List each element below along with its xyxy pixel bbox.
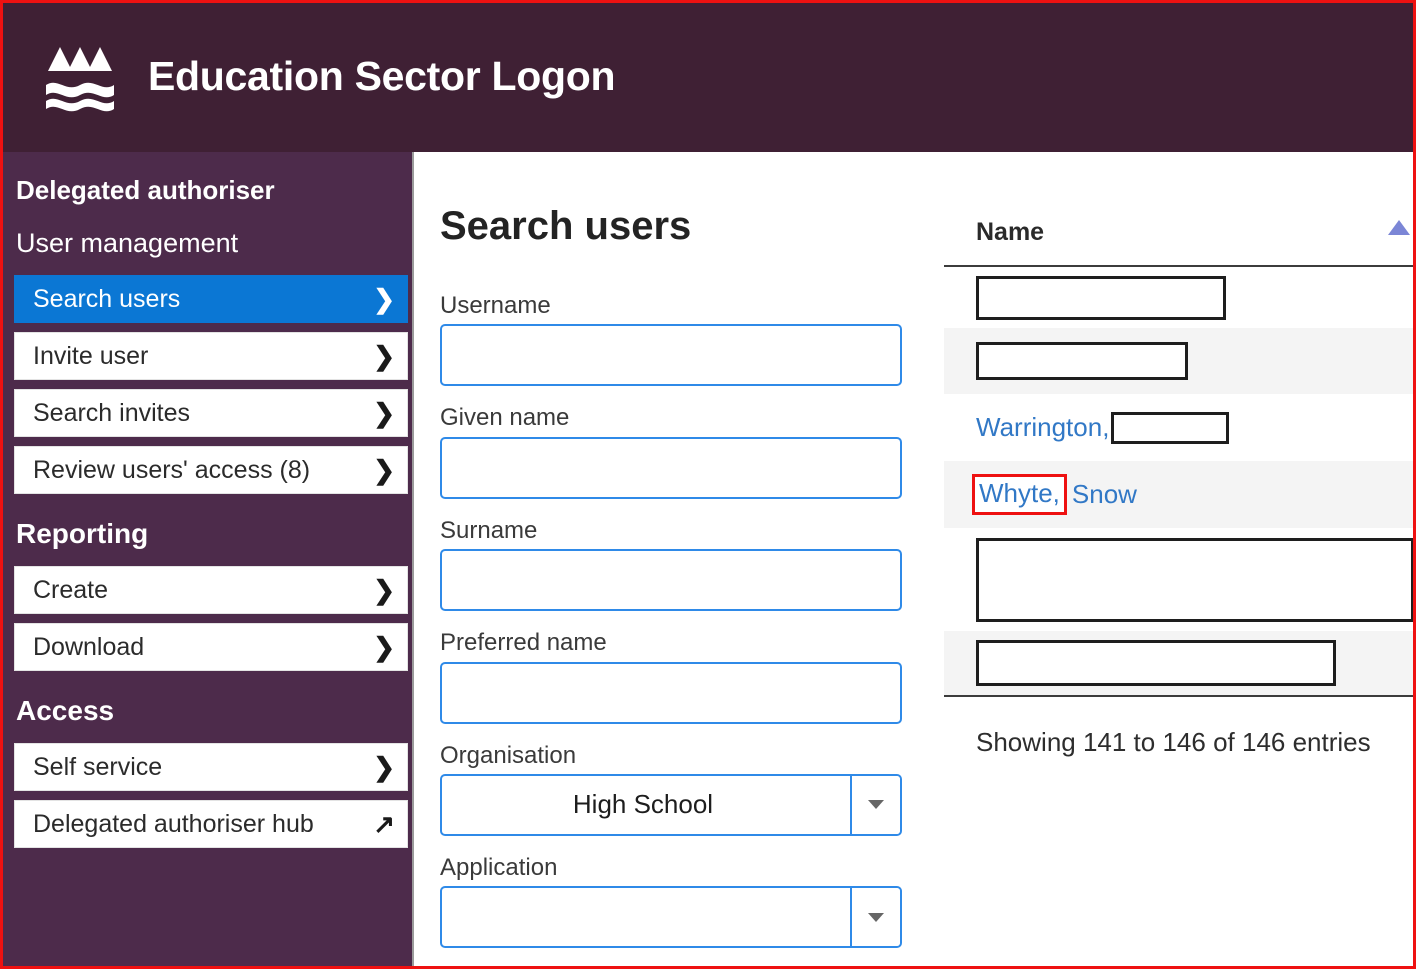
table-row[interactable]: Whyte, Snow xyxy=(944,461,1416,528)
given-name-input[interactable] xyxy=(440,436,902,499)
redaction-box xyxy=(1111,411,1230,444)
sidebar-item-label: Delegated authoriser hub xyxy=(33,809,314,838)
sidebar-group-heading-user-management: User management xyxy=(16,227,239,258)
surname-input[interactable] xyxy=(440,549,902,612)
column-header-label: Name xyxy=(976,218,1045,246)
application-dropdown-button[interactable] xyxy=(850,888,900,947)
sidebar-item-label: Review users' access (8) xyxy=(33,455,311,484)
results-table: Name Warrington, Whyte, Snow xyxy=(944,210,1416,697)
field-label: Surname xyxy=(440,516,538,544)
app-title: Education Sector Logon xyxy=(148,52,616,99)
organisation-selected-value: High School xyxy=(572,789,714,820)
chevron-right-icon: ❯ xyxy=(373,455,395,486)
body-split: Delegated authoriser User management Sea… xyxy=(0,152,1416,969)
app-header: Education Sector Logon xyxy=(0,0,1416,152)
sidebar-item-delegated-authoriser-hub[interactable]: Delegated authoriser hub ↗ xyxy=(14,800,408,849)
field-label: Given name xyxy=(440,404,570,432)
user-name-link-surname[interactable]: Whyte, xyxy=(979,478,1060,508)
sidebar: Delegated authoriser User management Sea… xyxy=(0,152,414,969)
chevron-right-icon: ❯ xyxy=(373,398,395,429)
table-cell-name[interactable] xyxy=(944,631,1416,697)
sidebar-item-label: Self service xyxy=(33,752,163,781)
table-row[interactable] xyxy=(944,631,1416,697)
table-cell-name[interactable] xyxy=(944,528,1416,631)
sort-ascending-icon[interactable] xyxy=(1388,220,1410,235)
table-row[interactable] xyxy=(944,266,1416,328)
table-cell-name[interactable]: Warrington, xyxy=(944,394,1416,461)
field-preferred-name: Preferred name xyxy=(440,629,944,724)
chevron-right-icon: ❯ xyxy=(373,284,395,315)
application-root: Education Sector Logon Delegated authori… xyxy=(0,0,1416,969)
sidebar-item-create[interactable]: Create ❯ xyxy=(14,566,408,615)
user-name-link-givenname[interactable]: Snow xyxy=(1072,479,1137,510)
sidebar-role-heading: Delegated authoriser xyxy=(16,175,275,205)
sidebar-item-label: Create xyxy=(33,575,109,604)
field-label: Username xyxy=(440,292,551,319)
username-input[interactable] xyxy=(440,324,902,387)
field-organisation: Organisation High School xyxy=(440,741,944,836)
showing-entries-status: Showing 141 to 146 of 146 entries xyxy=(976,727,1371,757)
sidebar-group-heading-access: Access xyxy=(16,695,115,727)
sidebar-item-search-users[interactable]: Search users ❯ xyxy=(14,275,408,324)
redaction-box xyxy=(976,342,1188,380)
redaction-box xyxy=(976,640,1336,686)
page-title: Search users xyxy=(440,204,692,248)
field-label: Organisation xyxy=(440,741,577,769)
chevron-right-icon: ❯ xyxy=(373,632,395,663)
sidebar-item-invite-user[interactable]: Invite user ❯ xyxy=(14,332,408,381)
column-header-name[interactable]: Name xyxy=(944,210,1416,267)
table-cell-name[interactable] xyxy=(944,328,1416,394)
mountains-and-waves-icon xyxy=(46,47,114,112)
chevron-down-icon xyxy=(868,912,884,922)
redaction-box xyxy=(976,537,1414,622)
field-label: Application xyxy=(440,853,558,881)
chevron-right-icon: ❯ xyxy=(373,752,395,783)
field-application: Application xyxy=(440,853,944,949)
sidebar-group-heading-reporting: Reporting xyxy=(16,518,149,550)
user-name-link[interactable]: Warrington, xyxy=(976,412,1109,443)
sidebar-item-label: Download xyxy=(33,632,145,661)
sidebar-item-search-invites[interactable]: Search invites ❯ xyxy=(14,389,408,438)
main-content: Search users Username Given name Surname… xyxy=(414,152,1416,969)
table-cell-name[interactable] xyxy=(944,266,1416,328)
redaction-box xyxy=(976,275,1226,320)
table-row[interactable] xyxy=(944,528,1416,631)
sidebar-item-review-users-access[interactable]: Review users' access (8) ❯ xyxy=(14,446,408,495)
annotation-highlight-box: Whyte, xyxy=(972,474,1067,515)
field-username: Username xyxy=(440,292,944,387)
table-header-row: Name xyxy=(944,210,1416,267)
field-label: Preferred name xyxy=(440,629,607,657)
sidebar-item-label: Search users xyxy=(33,284,181,313)
table-row[interactable]: Warrington, xyxy=(944,394,1416,461)
application-selected-value xyxy=(442,888,850,946)
chevron-right-icon: ❯ xyxy=(373,341,395,372)
field-given-name: Given name xyxy=(440,404,944,499)
external-link-icon: ↗ xyxy=(373,809,395,840)
organisation-dropdown-button[interactable] xyxy=(850,775,900,834)
search-results: Name Warrington, Whyte, Snow Showing 141… xyxy=(944,152,1416,969)
table-cell-name[interactable]: Whyte, Snow xyxy=(944,461,1416,528)
search-form: Search users Username Given name Surname… xyxy=(414,152,944,969)
sidebar-item-download[interactable]: Download ❯ xyxy=(14,623,408,672)
organisation-select[interactable]: High School xyxy=(440,773,902,836)
chevron-down-icon xyxy=(868,800,884,810)
sidebar-item-label: Invite user xyxy=(33,341,149,370)
chevron-right-icon: ❯ xyxy=(373,575,395,606)
field-surname: Surname xyxy=(440,516,944,612)
sidebar-item-self-service[interactable]: Self service ❯ xyxy=(14,743,408,792)
preferred-name-input[interactable] xyxy=(440,661,902,724)
sidebar-item-label: Search invites xyxy=(33,398,191,427)
application-select[interactable] xyxy=(440,886,902,949)
table-row[interactable] xyxy=(944,328,1416,394)
